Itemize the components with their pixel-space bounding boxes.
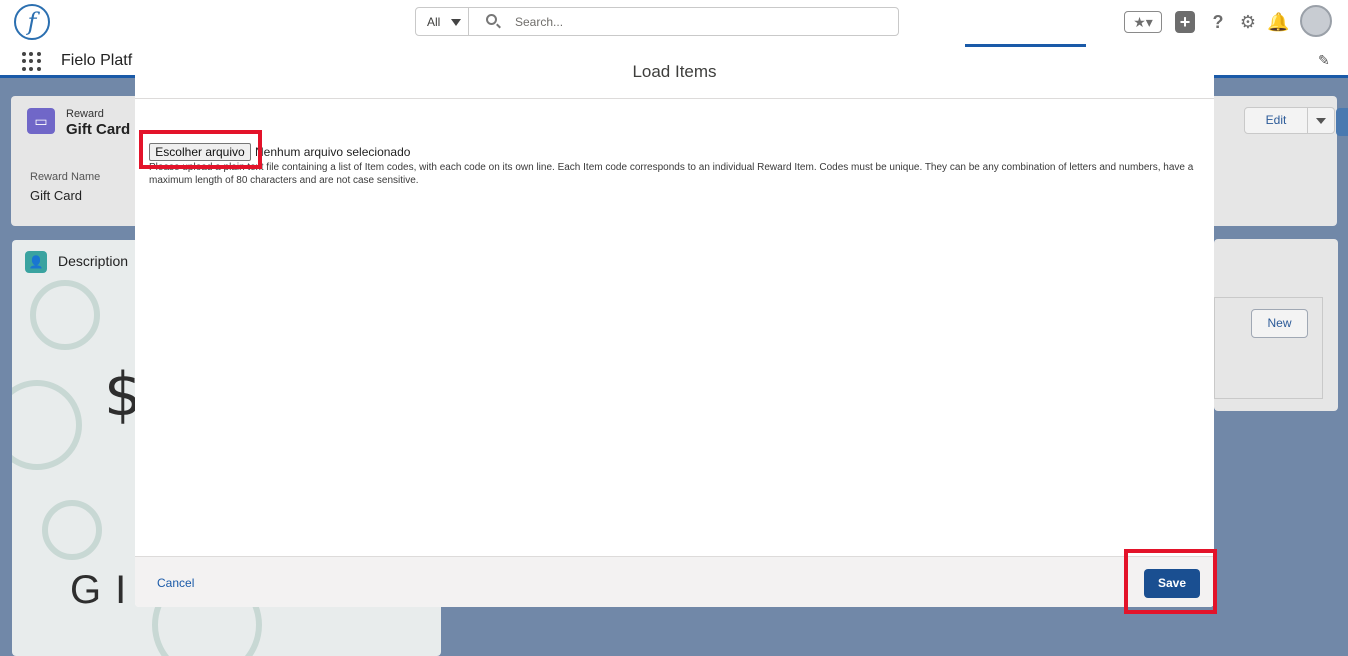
modal-title: Load Items [632,62,717,81]
notification-bell-icon[interactable]: 🔔 [1267,11,1289,33]
help-icon[interactable]: ? [1208,11,1228,33]
field-label-reward-name: Reward Name [30,171,101,183]
decorative-swirl [30,280,100,350]
highlight-box-save [1124,549,1217,614]
record-title: Gift Card [66,121,131,138]
search-scope-select[interactable]: All [416,8,469,35]
decorative-swirl [42,500,102,560]
highlight-box-choose-file [139,130,262,169]
load-items-modal: Load Items Escolher arquivo Nenhum arqui… [135,47,1214,607]
global-header: f All Search... ★▾ + ? ⚙ 🔔 [0,0,1348,44]
chevron-down-icon [451,19,461,26]
app-name: Fielo Platf [61,52,133,69]
edit-button[interactable]: Edit [1244,107,1308,134]
more-actions-button[interactable] [1307,107,1335,134]
description-card-title: Description [58,253,129,269]
reward-record-icon: ▭ [27,108,55,134]
cancel-button[interactable]: Cancel [157,576,194,590]
modal-footer: Cancel Save [135,556,1214,607]
global-search: All Search... [415,7,899,36]
global-actions-plus-icon[interactable]: + [1175,11,1195,33]
avatar[interactable] [1300,5,1332,37]
upload-instructions: Please upload a plain text file containi… [149,162,1194,186]
edit-nav-pencil-icon[interactable]: ✎ [1318,52,1330,69]
record-type-label: Reward [66,108,104,120]
description-card-icon: 👤 [25,251,47,273]
field-value-reward-name: Gift Card [30,188,83,203]
modal-header: Load Items [135,47,1214,99]
search-scope-label: All [427,15,441,29]
app-logo[interactable]: f [14,4,50,40]
decorative-swirl [12,380,82,470]
search-input[interactable]: Search... [515,15,563,29]
side-panel-toggle[interactable] [1336,108,1348,136]
favorites-star-icon[interactable]: ★▾ [1124,11,1162,33]
search-icon [486,14,497,25]
new-button[interactable]: New [1251,309,1308,338]
app-launcher-icon[interactable] [22,52,42,72]
gear-icon[interactable]: ⚙ [1238,11,1258,33]
file-status-text: Nenhum arquivo selecionado [255,145,411,159]
